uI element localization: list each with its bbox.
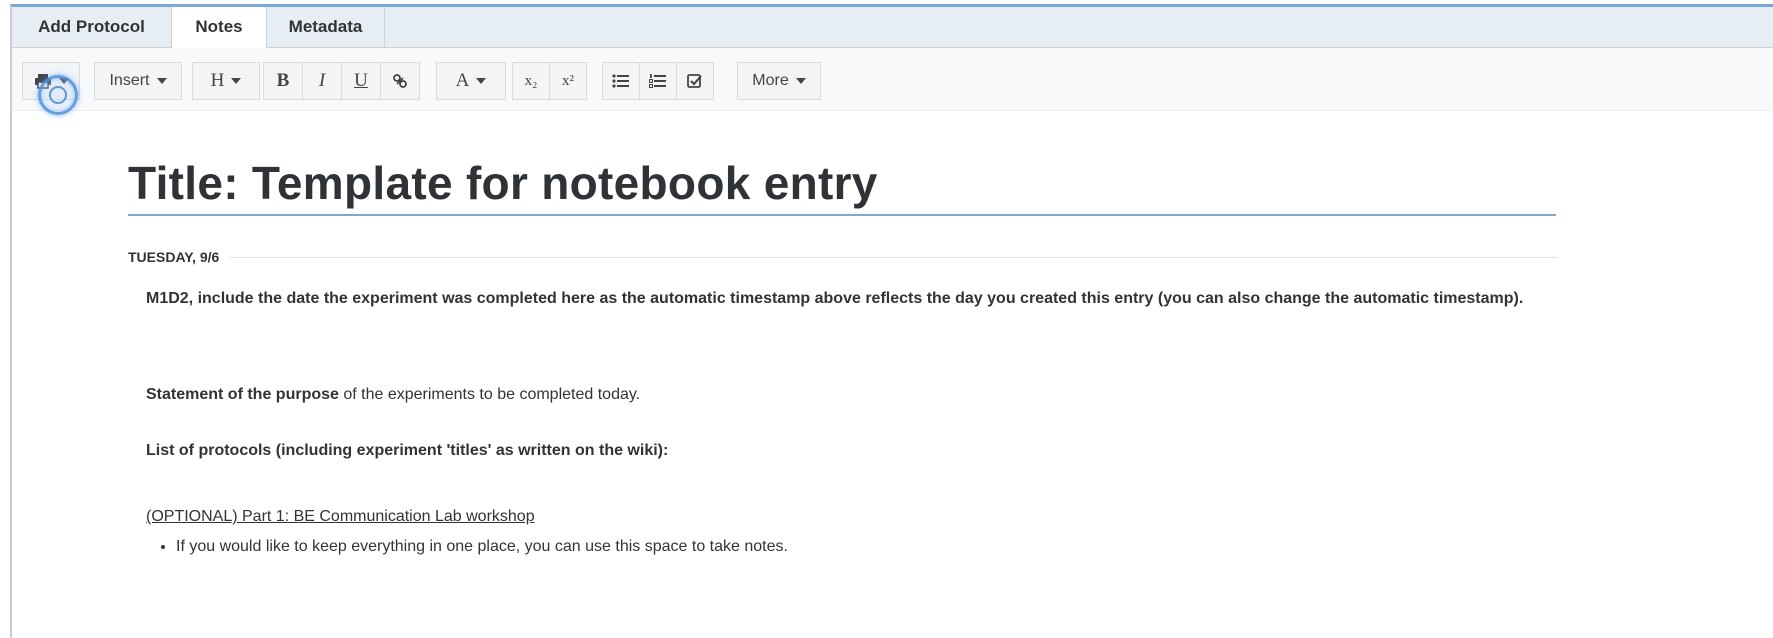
format-group: B I U (263, 62, 420, 100)
superscript-label: x² (562, 72, 574, 89)
notes-list: If you would like to keep everything in … (146, 530, 788, 564)
numbered-list-button[interactable] (639, 62, 677, 100)
superscript-button[interactable]: x² (549, 62, 587, 100)
checklist-button[interactable] (676, 62, 714, 100)
part1-heading: (OPTIONAL) Part 1: BE Communication Lab … (146, 508, 535, 525)
notes-body[interactable]: M1D2, include the date the experiment wa… (146, 282, 1536, 555)
editor-toolbar: Insert H B I U A x₂ x² More (12, 48, 1773, 111)
more-dropdown[interactable]: More (737, 62, 821, 100)
tab-metadata[interactable]: Metadata (267, 7, 385, 47)
font-color-group: A (436, 62, 506, 100)
chevron-down-icon (795, 78, 806, 84)
heading-label: H (210, 70, 225, 91)
bold-button[interactable]: B (263, 62, 303, 100)
bullet-list-icon (612, 74, 629, 88)
italic-button[interactable]: I (302, 62, 342, 100)
italic-label: I (318, 70, 326, 91)
link-button[interactable] (380, 62, 420, 100)
more-label: More (752, 72, 789, 89)
bold-label: B (276, 70, 290, 91)
list-group (602, 62, 714, 100)
heading-dropdown[interactable]: H (192, 62, 260, 100)
chevron-down-icon (231, 78, 242, 84)
underline-button[interactable]: U (341, 62, 381, 100)
entry-title-field[interactable]: Title: Template for notebook entry (128, 150, 1556, 216)
purpose-bold: Statement of the purpose (146, 386, 339, 403)
instructions-paragraph: M1D2, include the date the experiment wa… (146, 290, 1524, 307)
bullet-list-button[interactable] (602, 62, 640, 100)
purpose-rest: of the experiments to be completed today… (338, 386, 641, 403)
chevron-down-icon (476, 78, 487, 84)
divider-line (229, 256, 1558, 258)
insert-label: Insert (109, 72, 150, 89)
protocols-heading: List of protocols (including experiment … (146, 442, 669, 459)
script-group: x₂ x² (512, 62, 587, 100)
chevron-down-icon (156, 78, 167, 84)
checklist-icon (687, 74, 702, 88)
font-color-dropdown[interactable]: A (436, 62, 506, 100)
date-label: TUESDAY, 9/6 (128, 249, 220, 265)
purpose-paragraph: Statement of the purpose of the experime… (146, 378, 640, 412)
underline-label: U (354, 70, 368, 91)
link-icon (393, 74, 407, 88)
tab-bar: Add Protocol Notes Metadata (12, 7, 1773, 48)
tab-add-protocol[interactable]: Add Protocol (12, 7, 172, 47)
insert-group: Insert (94, 62, 182, 100)
insert-dropdown[interactable]: Insert (94, 62, 182, 100)
click-indicator (38, 75, 78, 115)
heading-group: H (192, 62, 260, 100)
numbered-list-icon (649, 74, 666, 88)
subscript-button[interactable]: x₂ (512, 62, 550, 100)
subscript-label: x₂ (524, 72, 538, 89)
more-group: More (737, 62, 821, 100)
date-divider: TUESDAY, 9/6 (128, 246, 1558, 268)
page-title: Title: Template for notebook entry (128, 157, 878, 209)
tab-notes[interactable]: Notes (172, 7, 267, 48)
list-item: If you would like to keep everything in … (176, 530, 788, 564)
font-color-label: A (455, 70, 470, 91)
